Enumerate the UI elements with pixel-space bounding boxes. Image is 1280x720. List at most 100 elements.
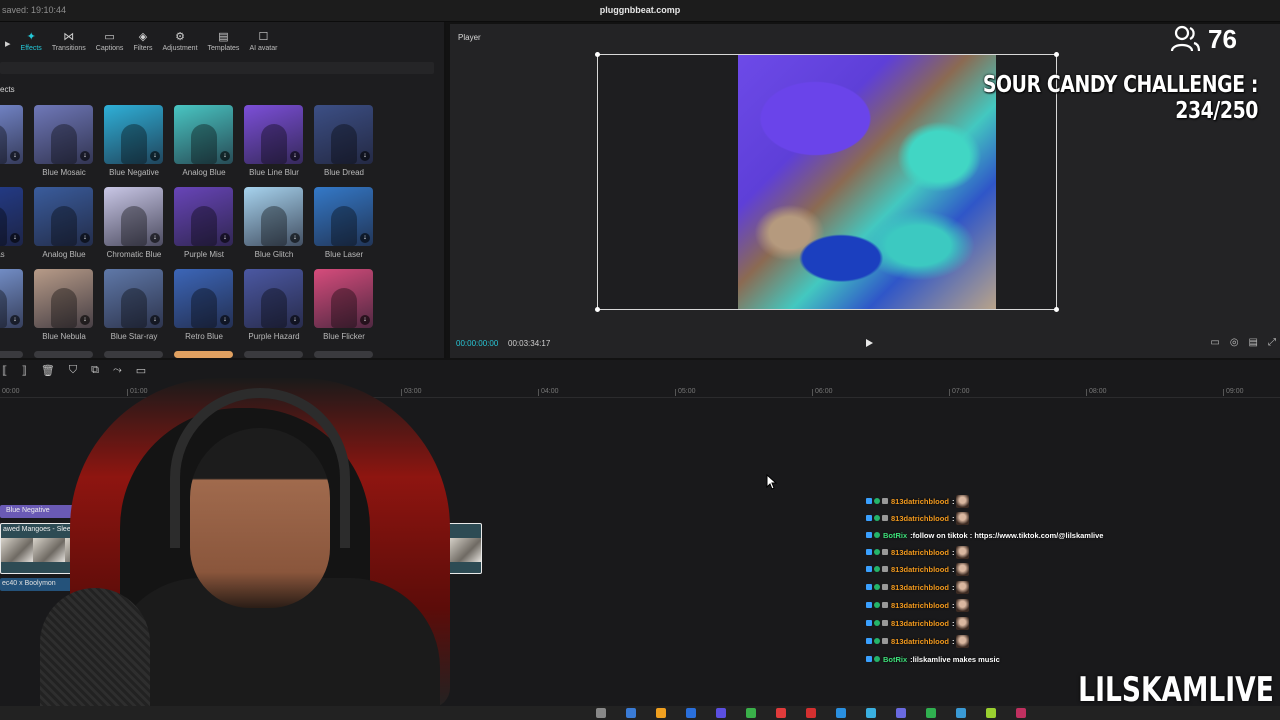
toolbar-tab-adjustment[interactable]: ⚙ Adjustment — [158, 26, 203, 53]
download-icon[interactable]: ↓ — [360, 315, 370, 325]
dock-app-icon[interactable] — [596, 708, 606, 718]
download-icon[interactable]: ↓ — [360, 151, 370, 161]
download-icon[interactable]: ↓ — [290, 233, 300, 243]
resize-handle-br[interactable] — [1054, 307, 1059, 312]
toolbar-tab-label: Filters — [133, 45, 153, 52]
toolbar-tab-label: Adjustment — [162, 45, 198, 52]
chat-username: 813datrichblood — [891, 600, 949, 610]
chat-text: follow on tiktok : https://www.tiktok.co… — [912, 530, 1104, 540]
emote-icon — [956, 545, 970, 559]
effect-thumbnail[interactable]: ↓ — [104, 105, 163, 164]
toolbar-tab-media[interactable]: ▸ — [0, 26, 16, 52]
download-icon[interactable]: ↓ — [80, 315, 90, 325]
effect-thumbnail[interactable]: ↓ — [104, 187, 163, 246]
ruler-tick: 04:00 — [538, 388, 559, 396]
dock-app-icon[interactable] — [776, 708, 786, 718]
layout-icon[interactable]: ▤ — [1249, 337, 1258, 348]
dock-app-icon[interactable] — [686, 708, 696, 718]
effect-thumbnail[interactable]: ↓ — [174, 105, 233, 164]
chat-username: 813datrichblood — [891, 618, 949, 628]
thumbnail-figure — [0, 206, 7, 246]
badge-icon — [866, 532, 872, 538]
snapshot-icon[interactable]: ◎ — [1230, 337, 1239, 348]
effect-thumbnail[interactable]: ↓ — [244, 105, 303, 164]
toolbar-tab-transitions[interactable]: ⋈ Transitions — [47, 26, 91, 53]
toolbar-tab-captions[interactable]: ▭ Captions — [91, 26, 129, 53]
download-icon[interactable]: ↓ — [150, 151, 160, 161]
toolbar-tab-ai-avatar[interactable]: ☐ AI avatar — [244, 26, 282, 53]
download-icon[interactable]: ↓ — [220, 315, 230, 325]
dock-app-icon[interactable] — [806, 708, 816, 718]
challenge-banner: SOUR CANDY CHALLENGE : 234/250 — [982, 72, 1259, 124]
resize-handle-tr[interactable] — [1054, 52, 1059, 57]
title-bar: saved: 19:10:44 pluggnbbeat.comp — [0, 0, 1280, 22]
effect-thumbnail[interactable]: ↓ — [244, 269, 303, 328]
effect-thumbnail[interactable]: ↓ — [174, 187, 233, 246]
badge-icon — [866, 638, 872, 644]
play-icon[interactable] — [864, 338, 874, 348]
download-icon[interactable]: ↓ — [150, 315, 160, 325]
effect-label: Blue Nebula — [42, 332, 86, 341]
total-time: 00:03:34:17 — [508, 339, 551, 348]
download-icon[interactable]: ↓ — [150, 233, 160, 243]
download-icon[interactable]: ↓ — [10, 151, 20, 161]
chat-badges — [866, 602, 888, 608]
dock-app-icon[interactable] — [956, 708, 966, 718]
effects-search-bar[interactable] — [0, 62, 434, 74]
badge-icon — [882, 584, 888, 590]
dock-app-icon[interactable] — [926, 708, 936, 718]
download-icon[interactable]: ↓ — [290, 151, 300, 161]
chat-badges — [866, 620, 888, 626]
fullscreen-icon[interactable]: ⤢ — [1268, 337, 1276, 348]
download-icon[interactable]: ↓ — [290, 315, 300, 325]
dock-app-icon[interactable] — [836, 708, 846, 718]
effect-thumbnail[interactable]: ↓ — [104, 269, 163, 328]
effect-thumbnail[interactable]: ↓ — [314, 269, 373, 328]
dock-app-icon[interactable] — [626, 708, 636, 718]
thumbnail-figure — [260, 124, 287, 164]
emote-icon — [956, 562, 970, 576]
effect-thumbnail[interactable]: ↓ — [314, 105, 373, 164]
effect-thumbnail[interactable]: ↓ — [0, 269, 23, 328]
chat-username: 813datrichblood — [891, 513, 949, 523]
effect-label: Purple Mist — [183, 250, 224, 259]
badge-icon — [882, 498, 888, 504]
badge-icon — [866, 515, 872, 521]
dock-app-icon[interactable] — [716, 708, 726, 718]
dock-app-icon[interactable] — [746, 708, 756, 718]
effect-thumbnail[interactable]: ↓ — [0, 105, 23, 164]
toolbar-tab-filters[interactable]: ◈ Filters — [128, 26, 157, 53]
effect-thumbnail[interactable]: ↓ — [34, 269, 93, 328]
dock-app-icon[interactable] — [866, 708, 876, 718]
toolbar-tab-templates[interactable]: ▤ Templates — [203, 26, 245, 53]
ratio-icon[interactable]: ▭ — [1210, 337, 1219, 348]
effect-thumbnail[interactable]: ↓ — [34, 105, 93, 164]
download-icon[interactable]: ↓ — [80, 233, 90, 243]
effect-thumbnail[interactable]: ↓ — [34, 187, 93, 246]
chat-username: 813datrichblood — [891, 582, 949, 592]
badge-icon — [882, 602, 888, 608]
dock-app-icon[interactable] — [986, 708, 996, 718]
effect-thumbnail[interactable]: ↓ — [174, 269, 233, 328]
download-icon[interactable]: ↓ — [220, 151, 230, 161]
download-icon[interactable]: ↓ — [10, 315, 20, 325]
download-icon[interactable]: ↓ — [360, 233, 370, 243]
dock-app-icon[interactable] — [656, 708, 666, 718]
resize-handle-tl[interactable] — [595, 52, 600, 57]
effect-thumbnail[interactable]: ↓ — [314, 187, 373, 246]
download-icon[interactable]: ↓ — [10, 233, 20, 243]
resize-handle-bl[interactable] — [595, 307, 600, 312]
effect-thumbnail[interactable]: ↓ — [244, 187, 303, 246]
dock-app-icon[interactable] — [896, 708, 906, 718]
effect-thumbnail[interactable]: ↓ — [0, 187, 23, 246]
webcam-overlay — [0, 348, 485, 708]
badge-icon — [882, 515, 888, 521]
badge-icon — [874, 532, 880, 538]
dock-app-icon[interactable] — [1016, 708, 1026, 718]
toolbar-tab-label: Effects — [20, 45, 42, 52]
badge-icon — [882, 549, 888, 555]
toolbar-tab-effects[interactable]: ✦ Effects — [16, 26, 47, 53]
download-icon[interactable]: ↓ — [220, 233, 230, 243]
ruler-tick: 09:00 — [1223, 388, 1244, 396]
download-icon[interactable]: ↓ — [80, 151, 90, 161]
